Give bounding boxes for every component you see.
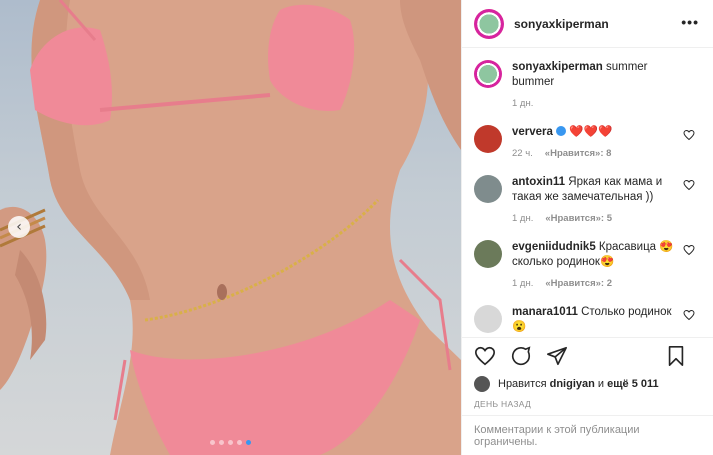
share-icon[interactable] <box>546 345 568 367</box>
bookmark-icon[interactable] <box>665 345 687 367</box>
comment-row: manara1011 Столько родинок 😮22 ч.«Нравит… <box>474 305 701 337</box>
post-header: sonyaxkiperman ••• <box>462 0 713 48</box>
heart-icon[interactable] <box>474 345 496 367</box>
comment-username[interactable]: ververa <box>512 126 553 138</box>
heart-icon[interactable] <box>683 129 695 141</box>
comment-row: antoxin11 Яркая как мама и такая же заме… <box>474 175 701 226</box>
comment-row: evgeniidudnik5 Красавица 😍 сколько родин… <box>474 240 701 291</box>
comment-username[interactable]: evgeniidudnik5 <box>512 241 596 253</box>
carousel-dot[interactable] <box>219 440 224 445</box>
caption-time: 1 дн. <box>512 98 534 109</box>
avatar[interactable] <box>474 175 502 203</box>
likes-summary: Нравится dnigiyan и ещё 5 011 <box>462 373 713 395</box>
comment-likes[interactable]: «Нравится»: 2 <box>545 276 612 291</box>
action-bar <box>462 337 713 373</box>
avatar[interactable] <box>474 240 502 268</box>
chevron-left-icon[interactable]: ‹ <box>8 216 30 238</box>
comment-text: ❤️❤️❤️ <box>569 126 613 138</box>
comment-row: ververa ❤️❤️❤️ 22 ч. «Нравится»: 8 <box>474 125 701 161</box>
likes-user[interactable]: dnigiyan <box>550 378 595 390</box>
caption-username[interactable]: sonyaxkiperman <box>512 61 603 73</box>
posted-time: ДЕНЬ НАЗАД <box>474 399 532 409</box>
more-icon[interactable]: ••• <box>681 14 699 30</box>
heart-icon[interactable] <box>683 309 695 321</box>
photo-illustration <box>0 0 461 455</box>
comment-likes[interactable]: «Нравится»: 5 <box>545 211 612 226</box>
comment-username[interactable]: antoxin11 <box>512 176 565 188</box>
avatar[interactable] <box>474 305 502 333</box>
caption: sonyaxkiperman summer bummer 1 дн. <box>474 60 701 111</box>
comment-username[interactable]: manara1011 <box>512 306 578 318</box>
comment-icon[interactable] <box>510 345 532 367</box>
carousel-dot[interactable] <box>210 440 215 445</box>
carousel-dot[interactable] <box>228 440 233 445</box>
post-side-panel: sonyaxkiperman ••• sonyaxkiperman summer… <box>461 0 713 455</box>
likes-middle: и <box>597 378 605 390</box>
carousel-dot[interactable] <box>246 440 251 445</box>
comment-time: 1 дн. <box>512 278 534 289</box>
avatar[interactable] <box>474 60 502 88</box>
avatar[interactable] <box>474 376 490 392</box>
likes-more[interactable]: ещё 5 011 <box>607 378 659 390</box>
avatar[interactable] <box>474 125 502 153</box>
username[interactable]: sonyaxkiperman <box>514 17 609 31</box>
verified-icon <box>556 126 567 136</box>
heart-icon[interactable] <box>683 179 695 191</box>
carousel-dots <box>210 440 251 445</box>
heart-icon[interactable] <box>683 244 695 256</box>
comments-list[interactable]: sonyaxkiperman summer bummer 1 дн. verve… <box>462 48 713 337</box>
comment-time: 22 ч. <box>512 148 533 159</box>
comment-likes[interactable]: «Нравится»: 8 <box>545 146 612 161</box>
comments-closed-notice: Комментарии к этой публикации ограничены… <box>462 415 713 455</box>
post-photo[interactable]: ‹ <box>0 0 461 455</box>
likes-prefix: Нравится <box>498 378 547 390</box>
avatar[interactable] <box>474 8 504 39</box>
comment-time: 1 дн. <box>512 213 534 224</box>
carousel-dot[interactable] <box>237 440 242 445</box>
